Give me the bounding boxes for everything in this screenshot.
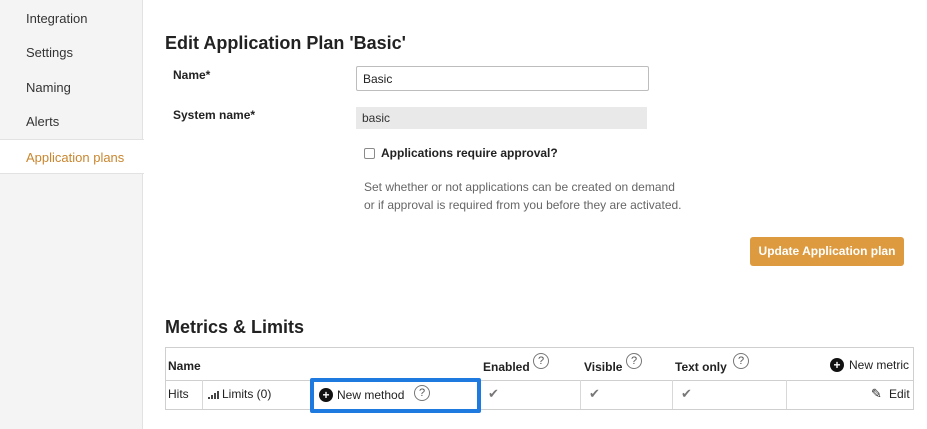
table-divider	[166, 380, 913, 381]
approval-hint: Set whether or not applications can be c…	[364, 178, 744, 214]
text-only-check-icon[interactable]: ✔	[681, 386, 692, 402]
name-label: Name*	[173, 68, 211, 82]
sidebar-item-integration[interactable]: Integration	[0, 1, 143, 36]
system-name-field: basic	[356, 107, 647, 129]
column-header-visible: Visible	[584, 360, 623, 374]
sidebar-item-settings[interactable]: Settings	[0, 35, 143, 70]
pencil-icon: ✎	[871, 386, 882, 401]
new-method-highlight	[310, 378, 481, 413]
cell-divider	[202, 380, 203, 409]
new-metric-label: New metric	[849, 358, 910, 372]
column-header-name: Name	[168, 359, 201, 373]
sidebar-item-naming[interactable]: Naming	[0, 70, 143, 105]
approval-checkbox[interactable]	[364, 148, 375, 159]
cell-divider	[672, 380, 673, 409]
hint-line-1: Set whether or not applications can be c…	[364, 180, 675, 194]
visible-help-icon[interactable]: ?	[626, 353, 642, 369]
sidebar: Integration Settings Naming Alerts Appli…	[0, 0, 144, 429]
enabled-help-icon[interactable]: ?	[533, 353, 549, 369]
update-application-plan-button[interactable]: Update Application plan	[750, 237, 904, 266]
metrics-table: Name Enabled ? Visible ? Text only ? + N…	[165, 347, 914, 410]
column-header-enabled: Enabled	[483, 360, 530, 374]
enabled-check-icon[interactable]: ✔	[488, 386, 499, 402]
cell-divider	[786, 380, 787, 409]
edit-link[interactable]: ✎ Edit	[871, 386, 913, 402]
metrics-section-title: Metrics & Limits	[165, 317, 305, 337]
bars-icon	[208, 390, 220, 399]
sidebar-item-alerts[interactable]: Alerts	[0, 104, 143, 139]
limits-link[interactable]: Limits (0)	[208, 387, 288, 401]
column-header-text-only: Text only	[675, 360, 727, 374]
sidebar-item-application-plans[interactable]: Application plans	[0, 139, 144, 174]
hint-line-2: or if approval is required from you befo…	[364, 198, 682, 212]
edit-label: Edit	[889, 387, 910, 401]
metric-name[interactable]: Hits	[168, 387, 189, 401]
limits-label: Limits (0)	[222, 387, 272, 401]
plus-circle-icon: +	[830, 358, 844, 372]
approval-label[interactable]: Applications require approval?	[381, 146, 558, 160]
name-input[interactable]	[356, 66, 649, 91]
page-title: Edit Application Plan 'Basic'	[165, 33, 406, 53]
system-name-label: System name*	[173, 108, 256, 122]
cell-divider	[580, 380, 581, 409]
text-only-help-icon[interactable]: ?	[733, 353, 749, 369]
visible-check-icon[interactable]: ✔	[589, 386, 600, 402]
